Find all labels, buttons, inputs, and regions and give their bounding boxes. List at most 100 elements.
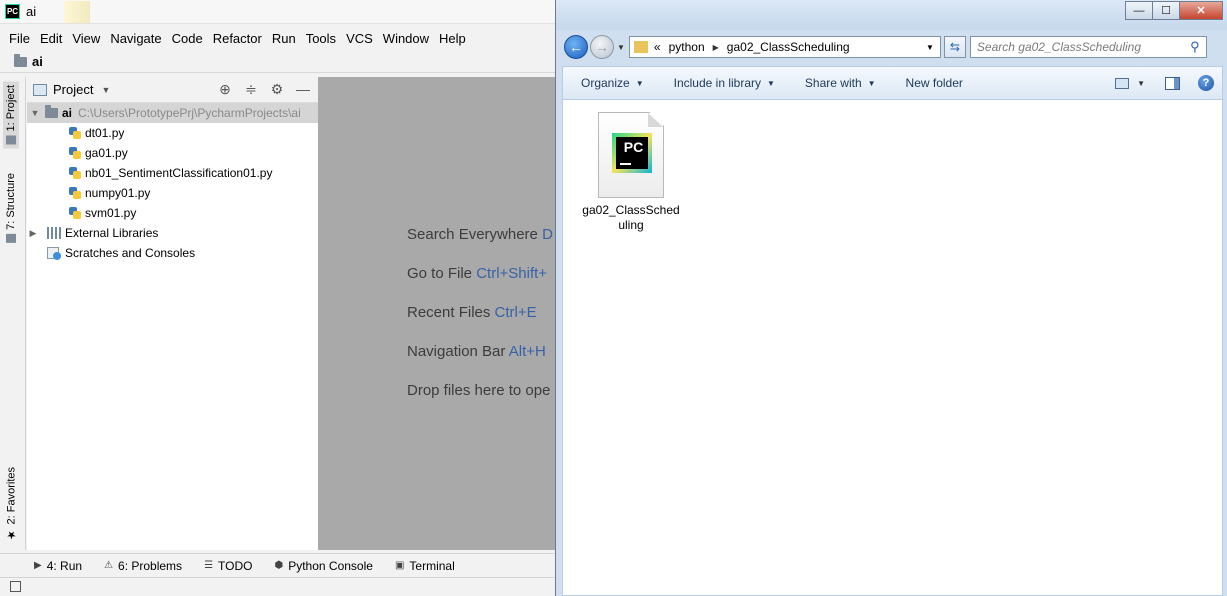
editor-empty-area: Search Everywhere D Go to File Ctrl+Shif… (318, 77, 560, 550)
back-button[interactable]: ← (564, 35, 588, 59)
chevron-right-icon[interactable]: ▶ (27, 228, 39, 239)
pycharm-logo-text: PC (616, 137, 648, 169)
help-icon[interactable]: ? (1198, 75, 1214, 91)
menu-help[interactable]: Help (434, 31, 471, 46)
search-icon[interactable]: ⚲ (1184, 39, 1206, 55)
hint-shortcut: D (542, 226, 553, 243)
scratches-label: Scratches and Consoles (65, 246, 196, 260)
tab-terminal[interactable]: ▣ Terminal (395, 559, 455, 573)
python-file-icon (69, 187, 81, 199)
explorer-title-bar: — ☐ ✕ (556, 0, 1227, 30)
tree-file-nb01[interactable]: nb01_SentimentClassification01.py (27, 163, 318, 183)
tab-todo[interactable]: ☰ TODO (204, 559, 252, 573)
address-segment-ga02[interactable]: ga02_ClassScheduling (727, 40, 850, 54)
chevron-right-icon[interactable]: ▶ (713, 43, 719, 52)
tab-structure[interactable]: 7: Structure (3, 169, 19, 247)
collapse-all-icon[interactable]: ≑ (244, 81, 258, 98)
share-with-button[interactable]: Share with ▼ (805, 76, 876, 90)
minimize-panel-icon[interactable]: — (296, 81, 310, 98)
chevron-down-icon[interactable]: ▼ (926, 43, 934, 52)
arrow-right-icon: → (595, 39, 609, 55)
project-panel-title[interactable]: Project (53, 82, 93, 97)
structure-tab-icon (6, 233, 16, 243)
include-in-library-button[interactable]: Include in library ▼ (674, 76, 775, 90)
tab-project-label: 1: Project (5, 85, 17, 132)
tab-python-console[interactable]: ⬢ Python Console (274, 559, 372, 573)
tool-window-bar: ▶ 4: Run ⚠ 6: Problems ☰ TODO ⬢ Python C… (0, 553, 560, 577)
project-view-icon (33, 83, 47, 96)
file-item[interactable]: PC ga02_ClassScheduling (581, 112, 681, 233)
pycharm-logo-icon: PC (5, 4, 20, 19)
menu-view[interactable]: View (67, 31, 105, 46)
menu-vcs[interactable]: VCS (341, 31, 378, 46)
tab-favorites-label: 2: Favorites (5, 467, 18, 525)
maximize-button[interactable]: ☐ (1152, 1, 1180, 20)
page-fold (648, 113, 663, 127)
organize-button[interactable]: Organize ▼ (581, 76, 644, 90)
play-icon: ▶ (34, 560, 42, 571)
arrow-left-icon: ← (569, 39, 583, 55)
tab-project[interactable]: 1: Project (3, 81, 19, 149)
project-tab-icon (6, 135, 16, 145)
menu-refactor[interactable]: Refactor (208, 31, 267, 46)
document-icon: PC (598, 112, 664, 198)
tab-run[interactable]: ▶ 4: Run (34, 559, 82, 573)
menu-run[interactable]: Run (267, 31, 301, 46)
menu-code[interactable]: Code (167, 31, 208, 46)
tab-favorites[interactable]: ★ 2: Favorites (3, 463, 20, 545)
minimize-button[interactable]: — (1125, 1, 1153, 20)
terminal-icon: ▣ (394, 560, 405, 571)
refresh-button[interactable]: ⇆ (943, 36, 966, 58)
tree-scratches[interactable]: Scratches and Consoles (27, 243, 318, 263)
navigation-bar: ai (0, 51, 560, 73)
address-bar[interactable]: « python ▶ ga02_ClassScheduling ▼ (628, 36, 941, 58)
python-file-icon (69, 127, 81, 139)
tree-file-dt01[interactable]: dt01.py (27, 123, 318, 143)
hint-drop-files: Drop files here to ope (407, 382, 551, 399)
chevron-down-icon[interactable]: ▼ (101, 85, 110, 95)
menu-edit[interactable]: Edit (35, 31, 67, 46)
toggle-tool-windows-icon[interactable] (10, 581, 21, 592)
menu-tools[interactable]: Tools (301, 31, 341, 46)
tree-file-svm01[interactable]: svm01.py (27, 203, 318, 223)
search-input[interactable] (976, 40, 1184, 54)
chevron-down-icon[interactable]: ▼ (1137, 79, 1145, 88)
forward-button[interactable]: → (590, 35, 614, 59)
tree-external-libraries[interactable]: ▶ External Libraries (27, 223, 318, 243)
chevron-down-icon: ▼ (635, 78, 644, 88)
address-overflow[interactable]: « (654, 40, 661, 54)
search-box[interactable]: ⚲ (969, 36, 1207, 58)
tree-root-ai[interactable]: ▼ ai C:\Users\PrototypePrj\PycharmProjec… (27, 103, 318, 123)
external-libraries-label: External Libraries (65, 226, 159, 240)
left-tool-strip: 1: Project 7: Structure ★ 2: Favorites (0, 77, 26, 550)
tree-file-ga01[interactable]: ga01.py (27, 143, 318, 163)
command-bar: Organize ▼ Include in library ▼ Share with… (562, 66, 1223, 100)
menu-navigate[interactable]: Navigate (105, 31, 166, 46)
scratches-icon (47, 246, 61, 260)
pycharm-logo-icon: PC (612, 133, 652, 173)
chevron-down-icon[interactable]: ▼ (29, 108, 41, 118)
preview-pane-icon[interactable] (1165, 76, 1180, 90)
root-path: C:\Users\PrototypePrj\PycharmProjects\ai (78, 106, 301, 120)
hint-shortcut: Ctrl+E (494, 304, 537, 321)
library-icon (47, 227, 61, 239)
list-icon: ☰ (204, 560, 214, 571)
address-segment-python[interactable]: python (669, 40, 705, 54)
problems-icon: ⚠ (104, 560, 114, 571)
new-folder-button[interactable]: New folder (906, 76, 963, 90)
close-button[interactable]: ✕ (1179, 1, 1223, 20)
breadcrumb-ai[interactable]: ai (32, 54, 43, 69)
recent-pages-dropdown[interactable]: ▼ (617, 43, 625, 52)
python-file-icon (69, 167, 81, 179)
gear-icon[interactable]: ⚙ (270, 81, 284, 98)
locate-icon[interactable]: ⊕ (218, 81, 232, 98)
tree-file-numpy01[interactable]: numpy01.py (27, 183, 318, 203)
tab-problems[interactable]: ⚠ 6: Problems (104, 559, 182, 573)
change-view-icon[interactable] (1115, 77, 1130, 89)
python-file-icon (69, 147, 81, 159)
file-label: numpy01.py (85, 186, 151, 200)
chevron-down-icon: ▼ (867, 78, 876, 88)
menu-file[interactable]: File (4, 31, 35, 46)
menu-window[interactable]: Window (378, 31, 434, 46)
root-name: ai (62, 106, 73, 120)
